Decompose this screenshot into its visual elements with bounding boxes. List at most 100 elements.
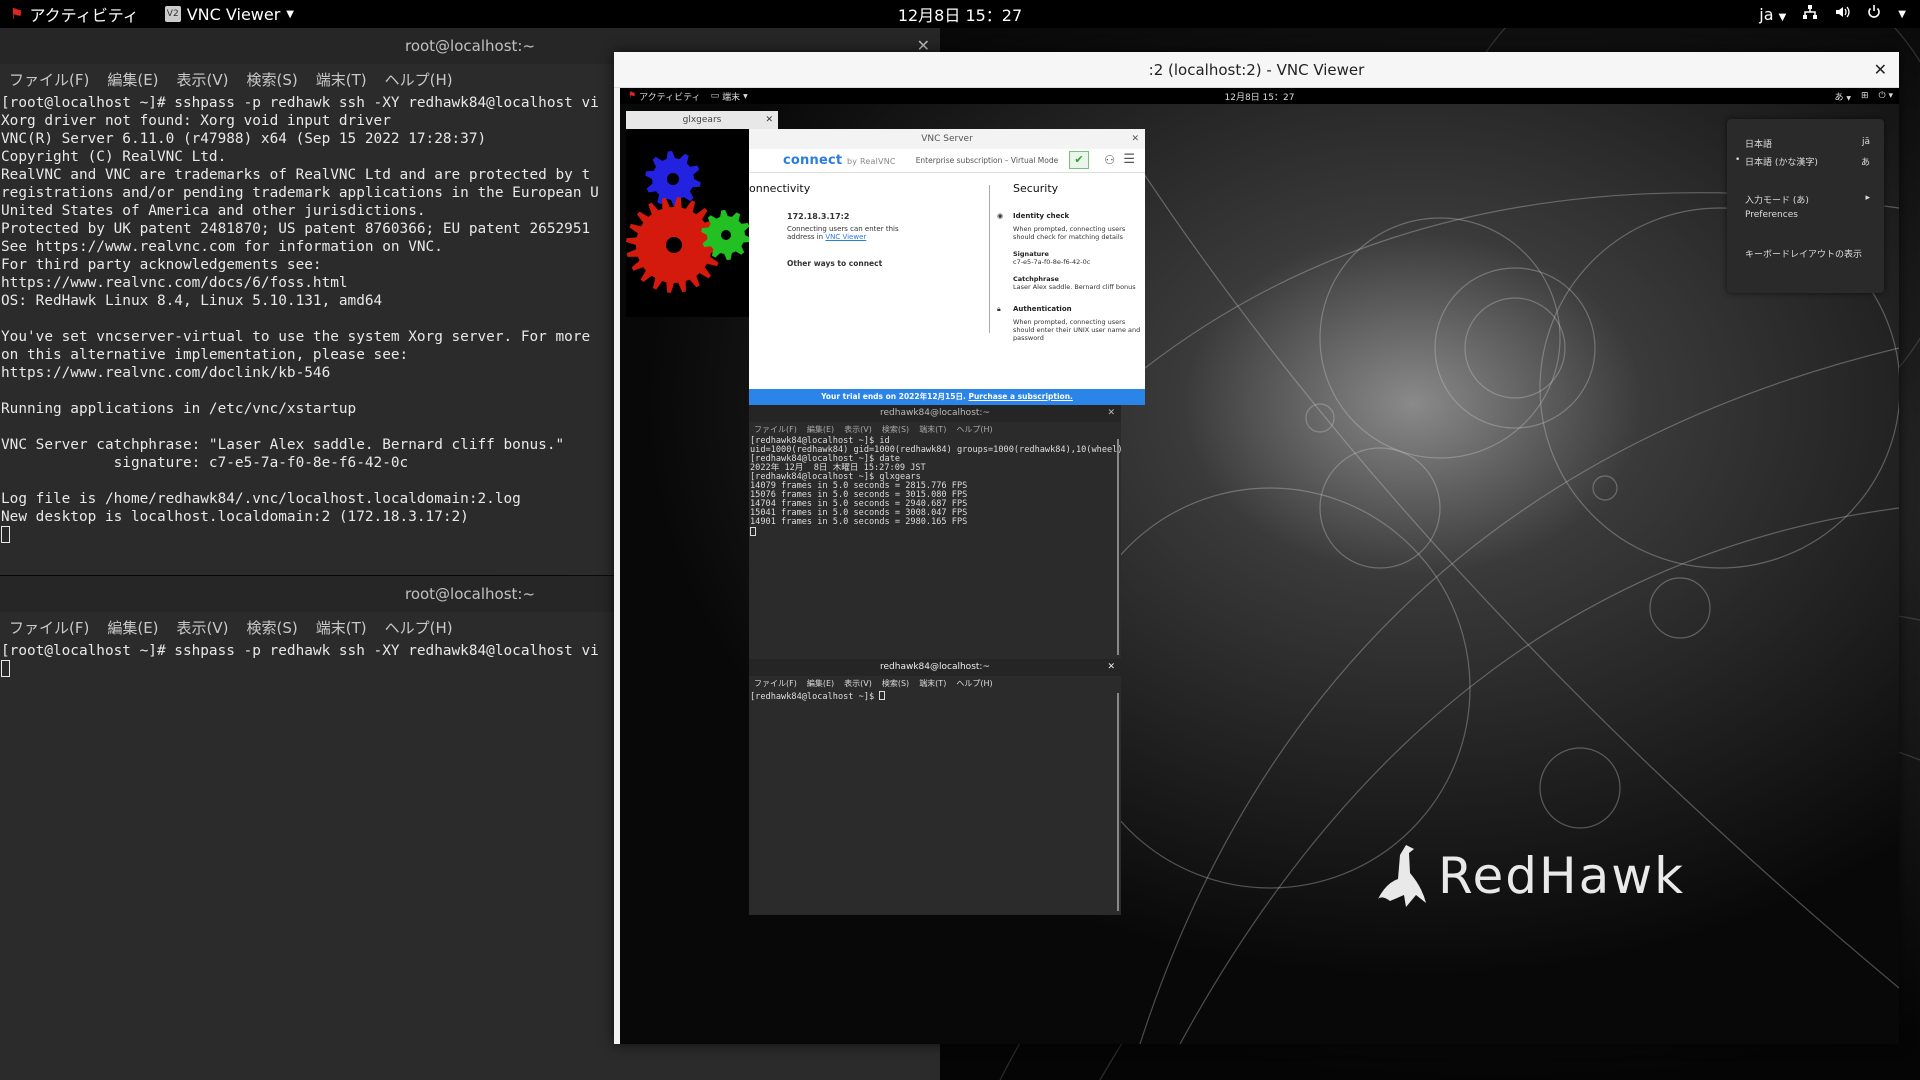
close-icon[interactable]: ✕ [1107,659,1115,676]
terminal-title-bar[interactable]: redhawk84@localhost:~ ✕ [749,405,1121,422]
menu-file[interactable]: ファイル(F) [754,424,797,435]
network-icon[interactable] [1802,4,1818,24]
vnc-server-window[interactable]: VNC Server ✕ connect by RealVNC Enterpri… [749,129,1145,405]
volume-icon[interactable] [1834,4,1850,24]
menu-edit[interactable]: 編集(E) [107,617,158,638]
ime-label: あ [1834,92,1844,103]
language-indicator[interactable]: ja ▼ [1759,5,1786,24]
menu-help[interactable]: ヘルプ(H) [385,69,453,90]
menu-file[interactable]: ファイル(F) [9,69,89,90]
vnc-viewer-link[interactable]: VNC Viewer [825,233,866,241]
menu-search[interactable]: 検索(S) [882,424,909,435]
terminal-line: 14901 frames in 5.0 seconds = 2980.165 F… [750,517,968,527]
terminal-line: OS: RedHawk Linux 8.4, Linux 5.10.131, a… [1,293,383,309]
close-icon[interactable]: ✕ [1874,52,1887,88]
scrollbar[interactable] [1117,439,1119,655]
power-icon[interactable]: ⏻ ▾ [1879,91,1894,101]
vnc-viewer-title-bar[interactable]: :2 (localhost:2) - VNC Viewer ✕ [614,52,1899,88]
vnc-server-title: VNC Server [921,134,973,144]
connectivity-section: onnectivity 172.18.3.17:2 Connecting use… [749,182,919,268]
menu-terminal[interactable]: 端末(T) [919,678,946,689]
remote-activities-button[interactable]: ⚑ アクティビティ [620,90,701,103]
remote-app-menu[interactable]: ▭ 端末 ▼ [701,90,748,103]
terminal-title: redhawk84@localhost:~ [880,662,990,672]
remote-clock[interactable]: 12月8日 15：27 [1225,93,1295,103]
purchase-subscription-link[interactable]: Purchase a subscription. [968,392,1072,401]
network-icon[interactable]: ⊞ [1861,91,1869,101]
menu-file[interactable]: ファイル(F) [9,617,89,638]
terminal-title: root@localhost:~ [404,37,536,55]
menu-help[interactable]: ヘルプ(H) [956,678,992,689]
menu-search[interactable]: 検索(S) [247,69,298,90]
terminal-output[interactable]: [redhawk84@localhost ~]$ id uid=1000(red… [749,437,1121,527]
redhawk-icon: ⚑ [10,5,24,23]
menu-help[interactable]: ヘルプ(H) [956,424,992,435]
activities-button[interactable]: ⚑ アクティビティ [0,2,153,26]
authentication: 🔒︎ Authentication [997,305,1141,313]
server-address[interactable]: 172.18.3.17:2 [749,212,919,221]
vnc-server-title-bar[interactable]: VNC Server ✕ [749,129,1145,149]
menu-view[interactable]: 表示(V) [844,678,872,689]
language-label: ja [1759,4,1774,24]
ime-menu-item-input-mode[interactable]: 入力モード (あ) ▸ [1745,193,1870,206]
menu-view[interactable]: 表示(V) [844,424,872,435]
remote-terminal-window-2[interactable]: redhawk84@localhost:~ ✕ ファイル(F) 編集(E) 表示… [749,659,1121,915]
terminal-line: Xorg driver not found: Xorg void input d… [1,113,391,129]
remote-terminal-window[interactable]: redhawk84@localhost:~ ✕ ファイル(F) 編集(E) 表示… [749,405,1121,659]
catchphrase-label: Catchphrase [1013,275,1059,283]
terminal-line: United States of America and other juris… [1,203,426,219]
terminal-title-bar[interactable]: redhawk84@localhost:~ ✕ [749,659,1121,676]
trial-banner: Your trial ends on 2022年12月15日. Purchase… [749,389,1145,405]
brand-by: by RealVNC [847,157,896,166]
menu-terminal[interactable]: 端末(T) [316,617,367,638]
glxgears-title: glxgears [682,115,722,125]
menu-edit[interactable]: 編集(E) [807,424,834,435]
menu-view[interactable]: 表示(V) [177,69,229,90]
realvnc-connect-logo: connect by RealVNC [749,153,896,168]
power-icon[interactable] [1866,4,1882,24]
other-ways-link[interactable]: Other ways to connect [749,259,919,268]
terminal-title: root@localhost:~ [404,585,536,603]
menu-view[interactable]: 表示(V) [177,617,229,638]
security-heading: Security [1013,182,1059,195]
close-icon[interactable]: ✕ [765,111,773,129]
terminal-line: on this alternative implementation, plea… [1,347,409,363]
ime-menu-item-preferences[interactable]: Preferences [1745,210,1870,220]
user-icon[interactable]: ⚇ [1104,153,1115,167]
terminal-line: [root@localhost ~]# sshpass -p redhawk s… [1,95,599,111]
remote-desktop[interactable]: ⚑ アクティビティ ▭ 端末 ▼ 12月8日 15：27 あ ▼ ⊞ ⏻ ▾ 日… [620,88,1899,1044]
menu-edit[interactable]: 編集(E) [107,69,158,90]
close-icon[interactable]: ✕ [1107,405,1115,422]
menu-file[interactable]: ファイル(F) [754,678,797,689]
ime-menu-item-japanese[interactable]: 日本語 jā [1745,137,1870,150]
ime-menu-item-keyboard-layout[interactable]: キーボードレイアウトの表示 [1745,247,1870,260]
menu-terminal[interactable]: 端末(T) [316,69,367,90]
chevron-right-icon: ▸ [1865,193,1870,203]
catchphrase-value: Laser Alex saddle. Bernard cliff bonus [1013,283,1136,291]
close-icon[interactable]: ✕ [1131,129,1139,149]
vnc-viewer-window[interactable]: :2 (localhost:2) - VNC Viewer ✕ ⚑ アクティビテ… [614,52,1899,1044]
clock[interactable]: 12月8日 15：27 [898,6,1022,25]
identity-check: ◉ Identity check [997,212,1141,220]
menu-icon[interactable]: ☰ [1123,152,1135,167]
scrollbar[interactable] [1117,693,1119,911]
identity-check-label: Identity check [1013,212,1070,220]
ime-menu-item-kana-kanji[interactable]: • 日本語 (かな漢字) あ [1735,155,1870,168]
menu-search[interactable]: 検索(S) [882,678,909,689]
menu-search[interactable]: 検索(S) [247,617,298,638]
remote-ime-indicator[interactable]: あ ▼ [1834,90,1851,103]
menu-terminal[interactable]: 端末(T) [919,424,946,435]
hawk-icon [1378,845,1426,907]
connectivity-heading: onnectivity [749,182,811,195]
vnc-viewer-title: :2 (localhost:2) - VNC Viewer [1148,61,1365,79]
terminal-line: VNC Server catchphrase: "Laser Alex sadd… [1,437,565,453]
menu-help[interactable]: ヘルプ(H) [385,617,453,638]
glxgears-title-bar[interactable]: glxgears ✕ [626,111,778,129]
brand-name: connect [783,153,843,168]
menu-edit[interactable]: 編集(E) [807,678,834,689]
security-section: Security ◉ Identity check When prompted,… [997,182,1141,342]
terminal-output[interactable]: [redhawk84@localhost ~]$ [749,691,1121,702]
app-menu[interactable]: V2 VNC Viewer ▼ [153,5,294,24]
chevron-down-icon[interactable]: ▼ [1898,9,1906,20]
status-ok-icon[interactable]: ✔ [1069,151,1089,169]
